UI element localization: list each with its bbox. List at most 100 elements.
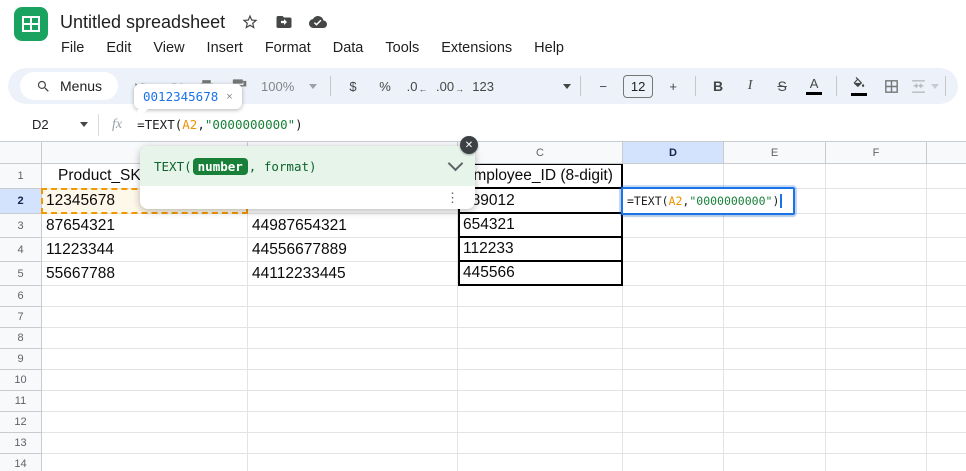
cell-E3[interactable]	[724, 214, 826, 238]
cell-D6[interactable]	[623, 286, 724, 307]
cloud-saved-icon[interactable]	[308, 13, 327, 32]
cell-F2[interactable]	[826, 189, 927, 214]
cell-D14[interactable]	[623, 454, 724, 471]
row-header-14[interactable]: 14	[0, 454, 42, 471]
cell-B10[interactable]	[248, 370, 458, 391]
row-header-9[interactable]: 9	[0, 349, 42, 370]
cell-partial-2[interactable]	[927, 189, 966, 214]
cell-partial-3[interactable]	[927, 214, 966, 238]
cell-B7[interactable]	[248, 307, 458, 328]
cell-A8[interactable]	[42, 328, 248, 349]
cell-F13[interactable]	[826, 433, 927, 454]
cell-F4[interactable]	[826, 238, 927, 262]
move-folder-icon[interactable]	[274, 13, 293, 32]
cell-E13[interactable]	[724, 433, 826, 454]
fill-color-button[interactable]	[846, 73, 872, 99]
cell-C7[interactable]	[458, 307, 623, 328]
close-help-button[interactable]: ✕	[460, 136, 478, 154]
cell-D13[interactable]	[623, 433, 724, 454]
cell-C8[interactable]	[458, 328, 623, 349]
star-icon[interactable]	[240, 13, 259, 32]
cell-C14[interactable]	[458, 454, 623, 471]
menu-view[interactable]: View	[142, 40, 195, 56]
chevron-down-icon[interactable]	[448, 156, 464, 172]
cell-A10[interactable]	[42, 370, 248, 391]
cell-F9[interactable]	[826, 349, 927, 370]
cell-C2[interactable]: 789012	[458, 189, 623, 214]
cell-B6[interactable]	[248, 286, 458, 307]
cell-editor-d2[interactable]: =TEXT(A2,"0000000000")	[621, 187, 795, 215]
cell-C5[interactable]: 445566	[458, 262, 623, 286]
cell-C12[interactable]	[458, 412, 623, 433]
cell-partial-9[interactable]	[927, 349, 966, 370]
cell-F12[interactable]	[826, 412, 927, 433]
decrease-decimal-button[interactable]: .0 ←	[404, 73, 430, 99]
cell-D1[interactable]	[623, 164, 724, 189]
cell-partial-12[interactable]	[927, 412, 966, 433]
cell-A13[interactable]	[42, 433, 248, 454]
cell-A3[interactable]: 87654321	[42, 214, 248, 238]
col-header-C[interactable]: C	[458, 142, 623, 164]
menu-data[interactable]: Data	[322, 40, 375, 56]
cell-F6[interactable]	[826, 286, 927, 307]
corner-cell[interactable]	[927, 142, 966, 164]
menu-format[interactable]: Format	[254, 40, 322, 56]
row-header-13[interactable]: 13	[0, 433, 42, 454]
italic-button[interactable]: I	[737, 73, 763, 99]
cell-B3[interactable]: 44987654321	[248, 214, 458, 238]
borders-button[interactable]	[878, 73, 904, 99]
cell-A4[interactable]: 11223344	[42, 238, 248, 262]
cell-E6[interactable]	[724, 286, 826, 307]
row-header-2[interactable]: 2	[0, 189, 42, 214]
row-header-5[interactable]: 5	[0, 262, 42, 286]
cell-B14[interactable]	[248, 454, 458, 471]
menu-file[interactable]: File	[50, 40, 95, 56]
cell-F1[interactable]	[826, 164, 927, 189]
row-header-6[interactable]: 6	[0, 286, 42, 307]
cell-B9[interactable]	[248, 349, 458, 370]
cell-F5[interactable]	[826, 262, 927, 286]
increase-font-size-button[interactable]: +	[660, 73, 686, 99]
menu-help[interactable]: Help	[523, 40, 575, 56]
row-header-7[interactable]: 7	[0, 307, 42, 328]
cell-D12[interactable]	[623, 412, 724, 433]
document-title[interactable]: Untitled spreadsheet	[60, 12, 225, 33]
menu-tools[interactable]: Tools	[374, 40, 430, 56]
cell-F10[interactable]	[826, 370, 927, 391]
cell-C3[interactable]: 654321	[458, 214, 623, 238]
cell-partial-7[interactable]	[927, 307, 966, 328]
more-options-icon[interactable]: ⋮	[446, 190, 459, 206]
cell-E11[interactable]	[724, 391, 826, 412]
row-header-1[interactable]: 1	[0, 164, 42, 189]
cell-E1[interactable]	[724, 164, 826, 189]
cell-B11[interactable]	[248, 391, 458, 412]
bold-button[interactable]: B	[705, 73, 731, 99]
cell-C6[interactable]	[458, 286, 623, 307]
cell-E8[interactable]	[724, 328, 826, 349]
cell-F11[interactable]	[826, 391, 927, 412]
cell-partial-13[interactable]	[927, 433, 966, 454]
cell-partial-1[interactable]	[927, 164, 966, 189]
row-header-3[interactable]: 3	[0, 214, 42, 238]
decrease-font-size-button[interactable]: −	[590, 73, 616, 99]
cell-D7[interactable]	[623, 307, 724, 328]
format-currency-button[interactable]: $	[340, 73, 366, 99]
cell-E5[interactable]	[724, 262, 826, 286]
close-icon[interactable]: ×	[226, 91, 232, 103]
cell-C9[interactable]	[458, 349, 623, 370]
cell-F8[interactable]	[826, 328, 927, 349]
menu-extensions[interactable]: Extensions	[430, 40, 523, 56]
strikethrough-button[interactable]: S	[769, 73, 795, 99]
cell-C13[interactable]	[458, 433, 623, 454]
cell-partial-11[interactable]	[927, 391, 966, 412]
sheets-logo-icon[interactable]	[14, 7, 48, 41]
cell-C4[interactable]: 112233	[458, 238, 623, 262]
cell-B4[interactable]: 44556677889	[248, 238, 458, 262]
col-header-F[interactable]: F	[826, 142, 927, 164]
zoom-select[interactable]: 100%	[257, 73, 321, 99]
cell-partial-14[interactable]	[927, 454, 966, 471]
cell-partial-6[interactable]	[927, 286, 966, 307]
cell-A12[interactable]	[42, 412, 248, 433]
cell-D9[interactable]	[623, 349, 724, 370]
cell-B5[interactable]: 44112233445	[248, 262, 458, 286]
